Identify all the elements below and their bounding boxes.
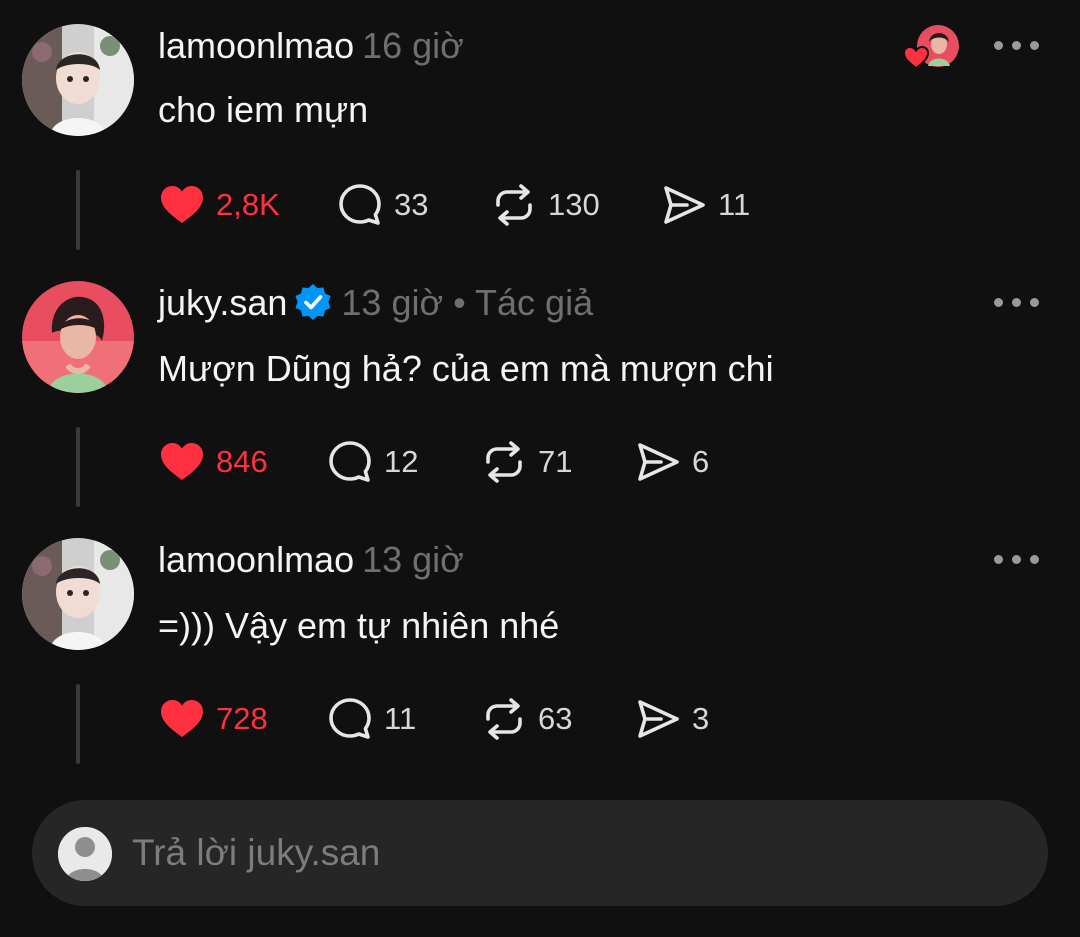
share-icon: [660, 181, 708, 229]
verified-icon: [295, 284, 331, 320]
repost-count: 71: [538, 444, 573, 479]
username[interactable]: lamoonlmao: [158, 25, 354, 66]
share-icon: [634, 438, 682, 486]
avatar[interactable]: [22, 24, 134, 136]
like-button[interactable]: 846: [158, 437, 268, 487]
username[interactable]: juky.san: [158, 282, 287, 323]
avatar[interactable]: [22, 538, 134, 650]
like-button[interactable]: 728: [158, 694, 268, 744]
comment-text: Mượn Dũng hả? của em mà mượn chi: [158, 348, 774, 389]
reply-placeholder[interactable]: Trả lời juky.san: [132, 831, 380, 875]
repost-count: 63: [538, 701, 573, 736]
comment-icon: [326, 695, 374, 743]
repost-button[interactable]: 71: [480, 437, 572, 487]
comment-text: cho iem mựn: [158, 89, 369, 130]
more-options-button[interactable]: [994, 548, 1040, 568]
share-button[interactable]: 3: [634, 694, 709, 744]
comment-text: =))) Vậy em tự nhiên nhé: [158, 605, 560, 646]
like-count: 2,8K: [216, 187, 280, 222]
share-count: 3: [692, 701, 710, 736]
share-icon: [634, 695, 682, 743]
comment-header: juky.san 13 giờ • Tác giả: [158, 281, 593, 325]
comment-header: lamoonlmao 13 giờ: [158, 538, 464, 582]
reply-button[interactable]: 11: [326, 694, 416, 744]
avatar[interactable]: [22, 281, 134, 393]
timestamp: 16 giờ: [362, 25, 464, 66]
timestamp: 13 giờ: [362, 539, 464, 580]
heart-icon: [158, 695, 206, 743]
reply-input-bar[interactable]: Trả lời juky.san: [32, 800, 1048, 906]
liked-by-author-indicator: [902, 22, 962, 74]
more-options-button[interactable]: [994, 291, 1040, 311]
user-icon: [58, 827, 112, 881]
share-button[interactable]: 6: [634, 437, 709, 487]
reply-count: 11: [384, 701, 417, 736]
timestamp: 13 giờ • Tác giả: [341, 282, 594, 323]
like-count: 846: [216, 444, 268, 479]
reply-button[interactable]: 12: [326, 437, 418, 487]
comment-icon: [336, 181, 384, 229]
more-options-button[interactable]: [994, 34, 1040, 54]
share-count: 6: [692, 444, 710, 479]
repost-button[interactable]: 63: [480, 694, 572, 744]
reply-count: 33: [394, 187, 429, 222]
heart-icon: [158, 438, 206, 486]
username[interactable]: lamoonlmao: [158, 539, 354, 580]
share-count: 11: [718, 187, 751, 222]
repost-icon: [480, 438, 528, 486]
reply-button[interactable]: 33: [336, 180, 428, 230]
repost-count: 130: [548, 187, 600, 222]
thread-line: [76, 427, 80, 507]
share-button[interactable]: 11: [660, 180, 750, 230]
thread-line: [76, 684, 80, 764]
comment-header: lamoonlmao 16 giờ: [158, 24, 464, 68]
comment-icon: [326, 438, 374, 486]
repost-icon: [490, 181, 538, 229]
repost-icon: [480, 695, 528, 743]
like-count: 728: [216, 701, 268, 736]
repost-button[interactable]: 130: [490, 180, 600, 230]
heart-icon: [158, 181, 206, 229]
thread-line: [76, 170, 80, 250]
like-button[interactable]: 2,8K: [158, 180, 280, 230]
reply-count: 12: [384, 444, 419, 479]
